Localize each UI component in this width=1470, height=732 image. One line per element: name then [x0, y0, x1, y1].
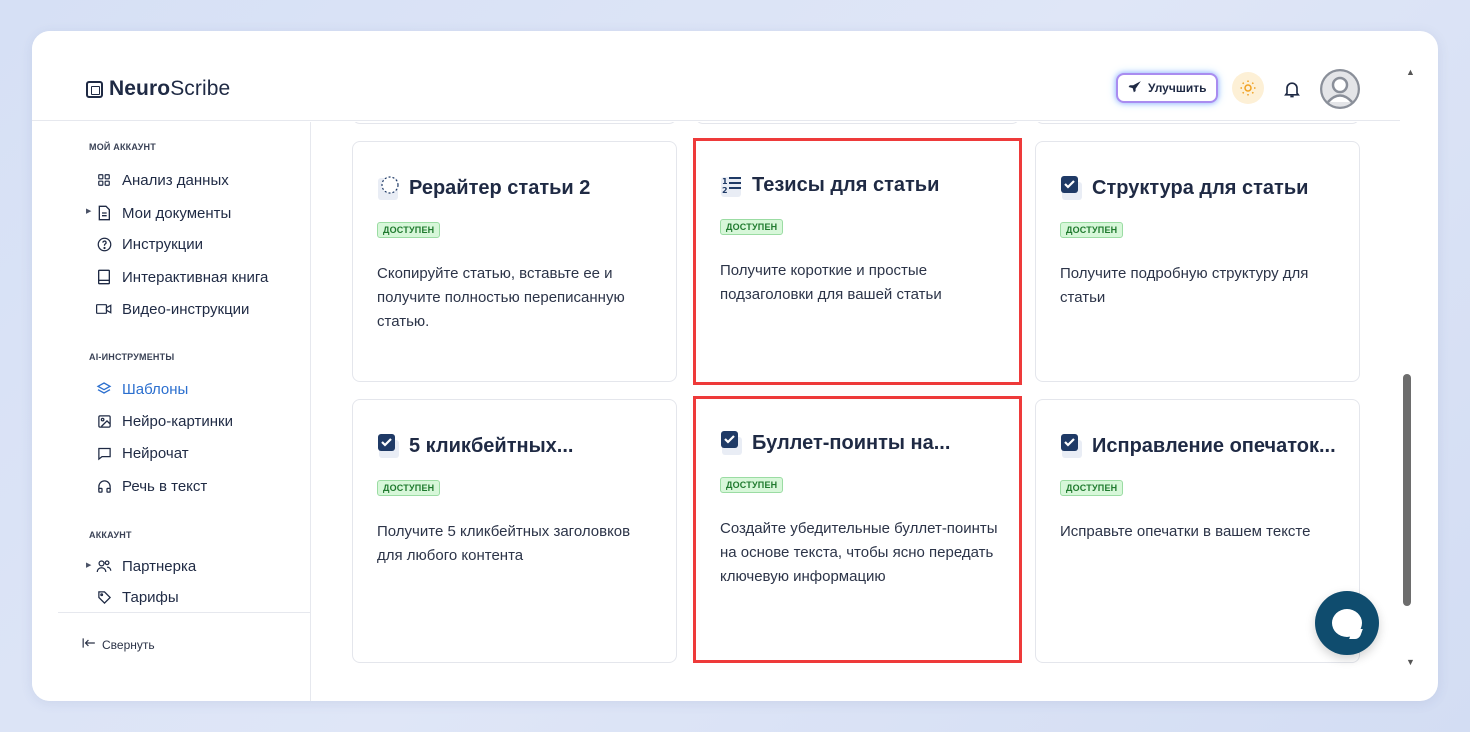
collapse-button[interactable]: Свернуть: [82, 637, 155, 652]
caret-right-icon[interactable]: ▶: [86, 561, 91, 569]
sidebar-item-neuro-images[interactable]: Нейро-картинки: [96, 410, 233, 432]
status-badge: ДОСТУПЕН: [1060, 222, 1124, 238]
book-icon: [96, 269, 112, 285]
caret-right-icon[interactable]: ▶: [86, 207, 91, 215]
document-icon: [96, 205, 112, 221]
upgrade-button[interactable]: Улучшить: [1116, 73, 1219, 103]
section-label-ai-tools: AI-ИНСТРУМЕНТЫ: [89, 352, 175, 362]
checkbox-doc-icon: [720, 429, 744, 457]
users-icon: [96, 558, 112, 574]
card-partial-top: [352, 122, 677, 124]
sidebar-item-interactive-book[interactable]: Интерактивная книга: [96, 266, 268, 288]
templates-grid: Рерайтер статьи 2 ДОСТУПЕН Скопируйте ст…: [312, 122, 1400, 701]
section-label-account: АККАУНТ: [89, 530, 132, 540]
image-icon: [96, 413, 112, 429]
checkbox-doc-icon: [1060, 174, 1084, 202]
collapse-arrow-icon: [82, 637, 96, 652]
support-chat-button[interactable]: [1315, 591, 1379, 655]
card-partial-top: [1035, 122, 1360, 124]
theme-toggle-sun-icon[interactable]: [1232, 72, 1264, 104]
rewrite-icon: [377, 174, 401, 202]
scroll-up-arrow-icon[interactable]: ▲: [1406, 67, 1415, 77]
card-description: Получите короткие и простые подзаголовки…: [720, 262, 942, 303]
headphones-icon: [96, 478, 112, 494]
video-icon: [96, 301, 112, 317]
template-card-typo-fix[interactable]: Исправление опечаток... ДОСТУПЕН Исправь…: [1035, 399, 1360, 663]
status-badge: ДОСТУПЕН: [377, 480, 441, 496]
status-badge: ДОСТУПЕН: [377, 222, 441, 238]
app-window: NeuroScribe Улучшить МОЙ АККАУНТ Анализ …: [32, 31, 1438, 701]
template-card-clickbait-titles[interactable]: 5 кликбейтных... ДОСТУПЕН Получите 5 кли…: [352, 399, 677, 663]
status-badge: ДОСТУПЕН: [720, 477, 784, 493]
scrollbar-thumb[interactable]: [1403, 374, 1411, 606]
sidebar-item-speech-to-text[interactable]: Речь в текст: [96, 475, 207, 497]
checkbox-doc-icon: [1060, 432, 1084, 460]
upgrade-label: Улучшить: [1148, 81, 1207, 95]
card-description: Получите подробную структуру для статьи: [1060, 265, 1309, 306]
logo-text: NeuroScribe: [109, 77, 231, 100]
top-header: NeuroScribe Улучшить: [32, 31, 1400, 121]
chat-bubble-icon: [1332, 609, 1362, 637]
layers-icon: [96, 381, 112, 397]
sidebar-item-templates[interactable]: Шаблоны: [96, 378, 188, 400]
card-description: Исправьте опечатки в вашем тексте: [1060, 523, 1311, 540]
sidebar-divider: [58, 612, 310, 613]
card-partial-top: [695, 122, 1020, 124]
list-numbered-icon: 12: [720, 171, 744, 199]
template-card-article-structure[interactable]: Структура для статьи ДОСТУПЕН Получите п…: [1035, 141, 1360, 382]
sidebar-item-my-documents[interactable]: Мои документы: [96, 202, 231, 224]
card-description: Скопируйте статью, вставьте ее и получит…: [377, 265, 625, 330]
status-badge: ДОСТУПЕН: [720, 219, 784, 235]
sidebar-item-instructions[interactable]: Инструкции: [96, 233, 203, 255]
sidebar: МОЙ АККАУНТ Анализ данных ▶ Мои документ…: [32, 122, 311, 701]
sidebar-item-tariffs[interactable]: Тарифы: [96, 586, 179, 608]
template-card-bullet-points[interactable]: Буллет-поинты на... ДОСТУПЕН Создайте уб…: [693, 396, 1022, 663]
card-description: Получите 5 кликбейтных заголовков для лю…: [377, 523, 631, 564]
section-label-my-account: МОЙ АККАУНТ: [89, 142, 156, 152]
status-badge: ДОСТУПЕН: [1060, 480, 1124, 496]
rocket-icon: [1128, 80, 1142, 97]
card-description: Создайте убедительные буллет-поинты на о…: [720, 520, 998, 585]
sidebar-item-data-analysis[interactable]: Анализ данных: [96, 169, 229, 191]
bell-icon[interactable]: [1280, 75, 1304, 103]
tag-icon: [96, 589, 112, 605]
logo[interactable]: NeuroScribe: [86, 77, 230, 101]
template-card-article-theses[interactable]: 12 Тезисы для статьи ДОСТУПЕН Получите к…: [693, 138, 1022, 385]
svg-text:2: 2: [722, 186, 728, 195]
scroll-down-arrow-icon[interactable]: ▼: [1406, 657, 1415, 667]
template-card-article-rewriter-2[interactable]: Рерайтер статьи 2 ДОСТУПЕН Скопируйте ст…: [352, 141, 677, 382]
sidebar-item-partner[interactable]: Партнерка: [96, 555, 196, 577]
logo-icon: [86, 80, 103, 98]
chat-icon: [96, 445, 112, 461]
help-circle-icon: [96, 236, 112, 252]
sidebar-item-video-instructions[interactable]: Видео-инструкции: [96, 298, 249, 320]
sidebar-item-neurochat[interactable]: Нейрочат: [96, 442, 189, 464]
svg-text:1: 1: [722, 177, 728, 186]
avatar[interactable]: [1320, 69, 1360, 109]
grid-icon: [96, 172, 112, 188]
checkbox-doc-icon: [377, 432, 401, 460]
